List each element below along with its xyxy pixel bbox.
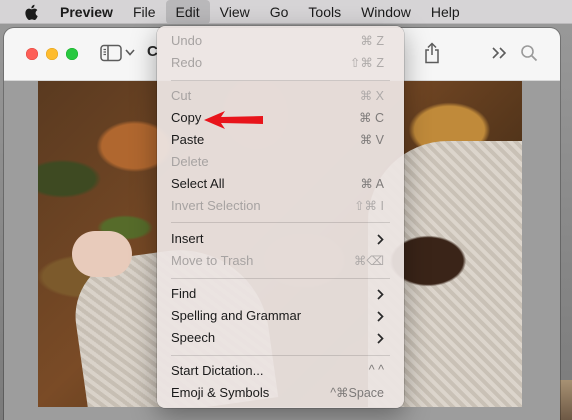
chevron-right-icon xyxy=(376,332,384,344)
menu-item-shortcut: ⇧⌘ I xyxy=(354,199,384,213)
menu-bar: Preview File Edit View Go Tools Window H… xyxy=(0,0,572,24)
menu-item-invert-selection: Invert Selection ⇧⌘ I xyxy=(163,195,398,217)
menu-item-label: Delete xyxy=(171,154,209,169)
menu-item-shortcut: ⌘ X xyxy=(359,89,384,103)
menu-file[interactable]: File xyxy=(123,0,166,24)
menu-item-label: Invert Selection xyxy=(171,198,261,213)
menu-separator xyxy=(171,278,390,279)
menu-item-label: Start Dictation... xyxy=(171,363,264,378)
menu-item-label: Find xyxy=(171,286,197,301)
menu-edit[interactable]: Edit xyxy=(165,0,210,24)
menu-window[interactable]: Window xyxy=(351,0,421,24)
menu-item-label: Move to Trash xyxy=(171,253,254,268)
menu-item-select-all[interactable]: Select All ⌘ A xyxy=(163,173,398,195)
menu-item-cut: Cut ⌘ X xyxy=(163,85,398,107)
menu-item-label: Emoji & Symbols xyxy=(171,385,270,400)
menu-item-shortcut: ^⌘Space xyxy=(330,386,384,400)
menu-item-start-dictation[interactable]: Start Dictation... ^ ^ xyxy=(163,360,398,382)
apple-logo-icon[interactable] xyxy=(22,4,40,21)
menu-item-copy[interactable]: Copy ⌘ C xyxy=(163,107,398,129)
zoom-window-button[interactable] xyxy=(66,48,78,60)
chevron-down-icon[interactable] xyxy=(125,47,135,57)
menu-item-shortcut: ⌘⌫ xyxy=(353,254,384,268)
menu-item-label: Insert xyxy=(171,231,204,246)
menu-item-shortcut: ⌘ C xyxy=(359,111,384,125)
menu-item-emoji-and-symbols[interactable]: Emoji & Symbols ^⌘Space xyxy=(163,382,398,404)
menu-go[interactable]: Go xyxy=(260,0,299,24)
menu-item-spelling-and-grammar[interactable]: Spelling and Grammar xyxy=(163,305,398,327)
edit-menu-dropdown: Undo ⌘ Z Redo ⇧⌘ Z Cut ⌘ X Copy ⌘ C Past… xyxy=(157,26,404,408)
minimize-window-button[interactable] xyxy=(46,48,58,60)
chevron-right-icon xyxy=(376,288,384,300)
menu-item-shortcut: ^ ^ xyxy=(368,363,384,377)
close-window-button[interactable] xyxy=(26,48,38,60)
menu-separator xyxy=(171,222,390,223)
sidebar-toggle-icon[interactable] xyxy=(100,44,122,62)
menu-help[interactable]: Help xyxy=(421,0,470,24)
menu-item-label: Cut xyxy=(171,88,192,103)
menu-view[interactable]: View xyxy=(210,0,260,24)
menu-item-undo: Undo ⌘ Z xyxy=(163,30,398,52)
menu-item-delete: Delete xyxy=(163,151,398,173)
menu-item-find[interactable]: Find xyxy=(163,283,398,305)
menu-item-label: Select All xyxy=(171,176,225,191)
menu-item-label: Paste xyxy=(171,132,205,147)
chevron-double-right-icon[interactable] xyxy=(491,46,507,60)
menu-item-shortcut: ⌘ Z xyxy=(360,34,384,48)
menu-preview[interactable]: Preview xyxy=(54,0,123,24)
share-icon[interactable] xyxy=(422,41,442,65)
menu-item-redo: Redo ⇧⌘ Z xyxy=(163,52,398,74)
menu-item-speech[interactable]: Speech xyxy=(163,327,398,349)
search-icon[interactable] xyxy=(520,44,538,62)
hand-detail xyxy=(72,231,132,277)
menu-item-label: Undo xyxy=(171,33,203,48)
chevron-right-icon xyxy=(376,310,384,322)
menu-item-shortcut: ⇧⌘ Z xyxy=(349,56,384,70)
menu-separator xyxy=(171,80,390,81)
chevron-right-icon xyxy=(376,233,384,245)
menu-item-label: Copy xyxy=(171,110,202,125)
menu-tools[interactable]: Tools xyxy=(298,0,351,24)
menu-item-label: Speech xyxy=(171,330,216,345)
menu-item-label: Spelling and Grammar xyxy=(171,308,302,323)
red-arrow-icon xyxy=(203,110,265,130)
menu-item-paste[interactable]: Paste ⌘ V xyxy=(163,129,398,151)
menu-item-label: Redo xyxy=(171,55,203,70)
menu-item-shortcut: ⌘ A xyxy=(360,177,384,191)
menu-separator xyxy=(171,355,390,356)
menu-item-insert[interactable]: Insert xyxy=(163,228,398,250)
menu-item-shortcut: ⌘ V xyxy=(359,133,384,147)
menu-item-move-to-trash: Move to Trash ⌘⌫ xyxy=(163,250,398,272)
